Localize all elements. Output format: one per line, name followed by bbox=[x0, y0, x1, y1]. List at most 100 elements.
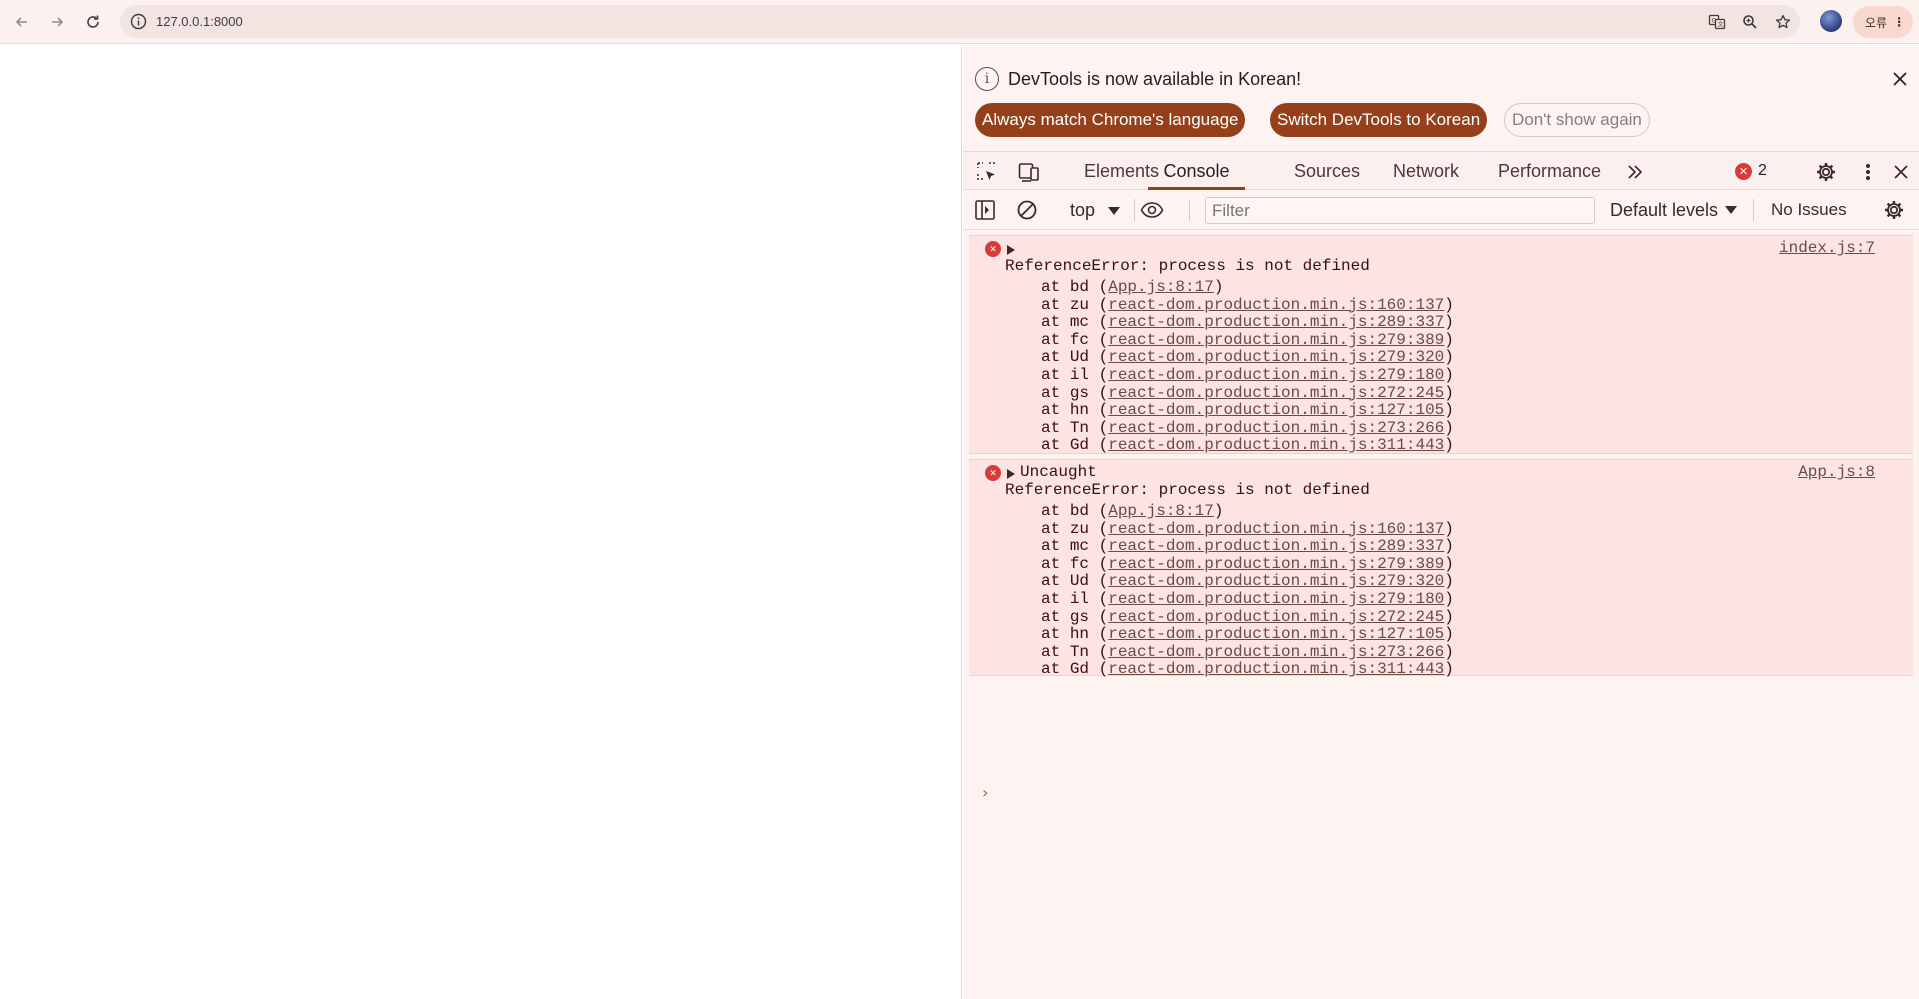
separator bbox=[1753, 199, 1754, 221]
frame-function: bd bbox=[1069, 278, 1090, 296]
close-devtools-button[interactable] bbox=[1888, 159, 1914, 185]
error-icon: ✕ bbox=[985, 241, 1001, 257]
source-link[interactable]: index.js:7 bbox=[1779, 236, 1875, 260]
frame-link[interactable]: react-dom.production.min.js:273:266 bbox=[1108, 643, 1444, 661]
browser-toolbar: 127.0.0.1:8000 G文 오류 ⋮ bbox=[0, 0, 1919, 44]
device-toolbar-button[interactable] bbox=[1016, 159, 1042, 185]
address-bar[interactable]: 127.0.0.1:8000 G文 bbox=[120, 5, 1800, 38]
clear-console-button[interactable] bbox=[1014, 197, 1040, 223]
issues-button[interactable]: No Issues bbox=[1771, 190, 1847, 230]
reload-icon bbox=[87, 15, 99, 28]
tab-network[interactable]: Network bbox=[1393, 152, 1459, 190]
stack-frame: at Gd (react-dom.production.min.js:311:4… bbox=[1041, 436, 1454, 455]
frame-link[interactable]: App.js:8:17 bbox=[1108, 278, 1214, 296]
console-settings-button[interactable] bbox=[1881, 197, 1907, 223]
error-count-badge[interactable]: ✕ 2 bbox=[1735, 162, 1767, 180]
svg-text:文: 文 bbox=[1718, 21, 1724, 29]
frame-function: hn bbox=[1069, 401, 1090, 420]
live-expression-button[interactable] bbox=[1139, 197, 1165, 223]
frame-function: Tn bbox=[1069, 642, 1090, 661]
profile-avatar[interactable] bbox=[1820, 10, 1842, 32]
url-text[interactable]: 127.0.0.1:8000 bbox=[156, 5, 243, 38]
infobar-close-button[interactable] bbox=[1887, 66, 1913, 92]
separator bbox=[1189, 199, 1190, 221]
tab-sources[interactable]: Sources bbox=[1294, 152, 1360, 190]
customize-menu-button[interactable] bbox=[1855, 159, 1881, 185]
frame-link[interactable]: react-dom.production.min.js:127:105 bbox=[1108, 401, 1444, 419]
frame-function: fc bbox=[1069, 330, 1090, 349]
error-text: ReferenceError: process is not defined bbox=[1005, 481, 1370, 499]
site-info-icon[interactable] bbox=[130, 13, 147, 30]
zoom-button[interactable] bbox=[1739, 11, 1761, 33]
frame-link[interactable]: react-dom.production.min.js:279:180 bbox=[1108, 366, 1444, 384]
frame-link[interactable]: react-dom.production.min.js:311:443 bbox=[1108, 660, 1444, 678]
page-viewport bbox=[0, 45, 962, 999]
reload-button[interactable] bbox=[79, 8, 107, 36]
console-toolbar: top Default levels No Issues bbox=[963, 190, 1919, 230]
back-arrow-icon bbox=[15, 17, 27, 27]
context-selector[interactable]: top bbox=[1070, 190, 1095, 230]
settings-button[interactable] bbox=[1813, 159, 1839, 185]
frame-link[interactable]: react-dom.production.min.js:279:180 bbox=[1108, 590, 1444, 608]
bookmark-button[interactable] bbox=[1772, 11, 1794, 33]
error-count: 2 bbox=[1758, 162, 1767, 179]
devtools-tabbar: Elements Console Sources Network Perform… bbox=[963, 151, 1919, 190]
frame-function: gs bbox=[1069, 607, 1090, 626]
close-icon bbox=[1893, 72, 1907, 86]
source-link[interactable]: App.js:8 bbox=[1798, 460, 1875, 484]
tab-console[interactable]: Console bbox=[1148, 152, 1245, 190]
eye-icon bbox=[1140, 202, 1164, 218]
frame-function: Ud bbox=[1069, 572, 1090, 591]
frame-link[interactable]: App.js:8:17 bbox=[1108, 502, 1214, 520]
frame-function: Gd bbox=[1069, 660, 1090, 679]
frame-link[interactable]: react-dom.production.min.js:272:245 bbox=[1108, 608, 1444, 626]
expand-triangle-icon[interactable] bbox=[1007, 469, 1015, 479]
frame-link[interactable]: react-dom.production.min.js:279:389 bbox=[1108, 331, 1444, 349]
translate-button[interactable]: G文 bbox=[1706, 11, 1728, 33]
error-icon: ✕ bbox=[985, 465, 1001, 481]
svg-text:G: G bbox=[1712, 18, 1717, 25]
frame-function: bd bbox=[1069, 502, 1090, 520]
back-button[interactable] bbox=[8, 8, 36, 36]
expand-triangle-icon[interactable] bbox=[1007, 245, 1015, 255]
show-sidebar-button[interactable] bbox=[972, 197, 998, 223]
double-chevron-right-icon bbox=[1628, 165, 1643, 179]
console-error-message: ✕ index.js:7 ReferenceError: process is … bbox=[969, 235, 1913, 454]
frame-link[interactable]: react-dom.production.min.js:289:337 bbox=[1108, 537, 1444, 555]
frame-function: il bbox=[1069, 590, 1090, 608]
frame-link[interactable]: react-dom.production.min.js:289:337 bbox=[1108, 313, 1444, 331]
dont-show-again-button[interactable]: Don't show again bbox=[1504, 103, 1650, 137]
console-prompt-chevron-icon[interactable]: › bbox=[982, 783, 988, 802]
device-icon bbox=[1018, 163, 1039, 182]
always-match-language-button[interactable]: Always match Chrome's language bbox=[975, 103, 1246, 137]
frame-link[interactable]: react-dom.production.min.js:273:266 bbox=[1108, 419, 1444, 437]
frame-function: fc bbox=[1069, 554, 1090, 573]
inspect-element-button[interactable] bbox=[974, 159, 1000, 185]
frame-link[interactable]: react-dom.production.min.js:279:389 bbox=[1108, 555, 1444, 573]
inspect-cursor-icon bbox=[977, 162, 995, 180]
switch-to-korean-button[interactable]: Switch DevTools to Korean bbox=[1270, 103, 1488, 137]
profile-label: 오류 bbox=[1865, 15, 1888, 30]
tab-performance[interactable]: Performance bbox=[1498, 152, 1601, 190]
frame-link[interactable]: react-dom.production.min.js:160:137 bbox=[1108, 520, 1444, 538]
info-icon: i bbox=[975, 67, 999, 91]
frame-function: Tn bbox=[1069, 418, 1090, 437]
frame-link[interactable]: react-dom.production.min.js:279:320 bbox=[1108, 348, 1444, 366]
frame-link[interactable]: react-dom.production.min.js:311:443 bbox=[1108, 436, 1444, 454]
frame-link[interactable]: react-dom.production.min.js:127:105 bbox=[1108, 625, 1444, 643]
caret-down-icon bbox=[1725, 206, 1737, 214]
frame-function: Ud bbox=[1069, 348, 1090, 367]
frame-link[interactable]: react-dom.production.min.js:279:320 bbox=[1108, 572, 1444, 590]
frame-link[interactable]: react-dom.production.min.js:160:137 bbox=[1108, 296, 1444, 314]
error-icon: ✕ bbox=[1735, 162, 1752, 180]
log-levels-dropdown[interactable]: Default levels bbox=[1610, 190, 1718, 230]
profile-menu-button[interactable]: 오류 ⋮ bbox=[1853, 6, 1913, 38]
forward-button[interactable] bbox=[43, 8, 71, 36]
frame-function: Gd bbox=[1069, 436, 1090, 455]
console-filter-input[interactable] bbox=[1205, 197, 1595, 224]
frame-function: mc bbox=[1069, 537, 1090, 556]
more-tabs-button[interactable] bbox=[1622, 159, 1648, 185]
forward-arrow-icon bbox=[52, 17, 64, 27]
frame-link[interactable]: react-dom.production.min.js:272:245 bbox=[1108, 384, 1444, 402]
frame-function: zu bbox=[1069, 519, 1090, 538]
